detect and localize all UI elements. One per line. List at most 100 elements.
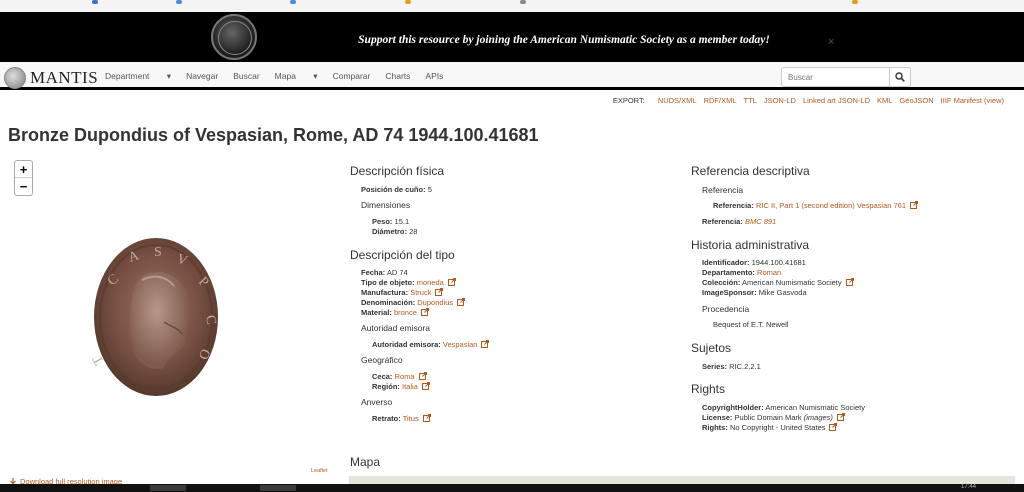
provenance-subheading: Procedencia [702,304,750,314]
bookmark-icon[interactable] [290,0,296,4]
nav-department-dropdown[interactable]: Department ▾ [105,71,171,82]
subjects-heading: Sujetos [691,341,732,355]
bookmark-icon[interactable] [520,0,526,4]
material-row: Material: bronce [361,308,429,317]
ric-reference-link[interactable]: RIC II, Part 1 (second edition) Vespasia… [756,201,906,210]
descriptive-reference-heading: Referencia descriptiva [691,164,810,178]
authority-row: Autoridad emisora: Vespasian [372,340,490,349]
manufacture-link[interactable]: Struck [410,288,431,297]
coin-image[interactable]: C A S V P C O T [92,236,220,398]
taskbar-app-icon[interactable] [260,485,296,491]
denomination-row: Denominación: Dupondius [361,298,466,307]
denomination-link[interactable]: Dupondius [417,298,453,307]
export-ttl[interactable]: TTL [744,96,757,105]
rights-heading: Rights [691,382,726,396]
authority-link[interactable]: Vespasian [443,340,478,349]
department-link[interactable]: Roman [757,268,781,277]
copyright-holder-row: CopyrightHolder: American Numismatic Soc… [702,403,865,412]
browser-bookmarks-strip [0,0,1024,12]
zoom-out-button[interactable]: − [15,178,32,195]
region-row: Región: Italia [372,382,430,391]
axis-row: Posición de cuño: 5 [361,185,432,194]
map-heading: Mapa [350,455,381,469]
svg-text:S: S [154,245,162,260]
external-link-icon[interactable] [845,278,854,286]
map-view[interactable] [349,476,1015,484]
department-row: Departamento: Roman [702,268,782,277]
portrait-link[interactable]: Titus [403,414,419,423]
mint-link[interactable]: Roma [395,372,415,381]
reference-row-2: Referencia: BMC 891 [702,217,777,226]
material-link[interactable]: bronce [394,308,417,317]
bookmark-icon[interactable] [405,0,411,4]
provenance-value: Bequest of E.T. Newell [713,320,789,329]
bookmark-icon[interactable] [176,0,182,4]
bmc-reference-link[interactable]: BMC 891 [745,217,776,226]
mantis-coin-logo-icon [4,67,26,89]
object-type-row: Tipo de objeto: moneda [361,278,456,287]
region-link[interactable]: Italia [402,382,418,391]
export-linked-art[interactable]: Linked art JSON-LD [803,96,870,105]
external-link-icon[interactable] [422,414,431,422]
banner-text[interactable]: Support this resource by joining the Ame… [0,34,1024,46]
license-row: License: Public Domain Mark (images) [702,413,845,422]
weight-row: Peso: 15.1 [372,217,410,226]
external-link-icon[interactable] [457,298,466,306]
external-link-icon[interactable] [481,340,490,348]
leaflet-attribution-link[interactable]: Leaflet [311,468,328,474]
external-link-icon[interactable] [420,308,429,316]
nav-buscar[interactable]: Buscar [233,71,259,82]
series-row: Series: RIC.2.2.1 [702,362,761,371]
portrait-row: Retrato: Titus [372,414,431,423]
main-navbar: MANTIS Department ▾ Navegar Buscar Mapa … [0,62,1024,90]
export-nuds-xml[interactable]: NUDS/XML [658,96,697,105]
nav-comparar[interactable]: Comparar [333,71,371,82]
manufacture-row: Manufactura: Struck [361,288,444,297]
brand-link[interactable]: MANTIS [4,67,98,89]
bookmark-icon[interactable] [852,0,858,4]
external-link-icon[interactable] [435,288,444,296]
external-link-icon[interactable] [836,413,845,421]
nav-mapa-dropdown[interactable]: Mapa ▾ [275,71,318,82]
reference-row-1: Referencia: RIC II, Part 1 (second editi… [713,201,919,210]
nav-apis[interactable]: APIs [425,71,443,82]
os-taskbar: 17:44 [0,484,1024,492]
object-type-link[interactable]: moneda [417,278,444,287]
brand-name: MANTIS [30,68,99,87]
page-title: Bronze Dupondius of Vespasian, Rome, AD … [8,125,539,145]
export-iiif[interactable]: IIIF Manifest (view) [941,96,1004,105]
search-button[interactable] [889,67,911,87]
external-link-icon[interactable] [829,423,838,431]
physical-description-heading: Descripción física [350,164,445,178]
export-links: EXPORT: NUDS/XML RDF/XML TTL JSON-LD Lin… [613,96,1004,105]
taskbar-app-icon[interactable] [150,485,186,491]
mint-row: Ceca: Roma [372,372,427,381]
image-sponsor-row: ImageSponsor: Mike Gasvoda [702,288,807,297]
nav-navegar[interactable]: Navegar [186,71,218,82]
nav-menu: Department ▾ Navegar Buscar Mapa ▾ Compa… [105,71,458,82]
export-rdf-xml[interactable]: RDF/XML [704,96,737,105]
collection-row: Colección: American Numismatic Society [702,278,854,287]
zoom-in-button[interactable]: + [15,161,32,178]
external-link-icon[interactable] [910,201,919,209]
export-label: EXPORT: [612,96,645,105]
export-kml[interactable]: KML [877,96,892,105]
export-json-ld[interactable]: JSON-LD [764,96,796,105]
obverse-subheading: Anverso [361,397,393,407]
authority-subheading: Autoridad emisora [361,323,430,333]
export-geojson[interactable]: GeoJSON [899,96,933,105]
diameter-row: Diámetro: 28 [372,227,418,236]
external-link-icon[interactable] [418,372,427,380]
taskbar-clock: 17:44 [960,484,976,490]
search-input[interactable] [781,67,890,87]
bookmark-icon[interactable] [92,0,98,4]
geographic-subheading: Geográfico [361,355,403,365]
zoom-control: + − [14,160,33,196]
administrative-history-heading: Historia administrativa [691,238,810,252]
date-row: Fecha: AD 74 [361,268,408,277]
rights-row: Rights: No Copyright - United States [702,423,838,432]
external-link-icon[interactable] [421,382,430,390]
external-link-icon[interactable] [447,278,456,286]
banner-close-button[interactable]: × [828,36,834,48]
nav-charts[interactable]: Charts [385,71,410,82]
